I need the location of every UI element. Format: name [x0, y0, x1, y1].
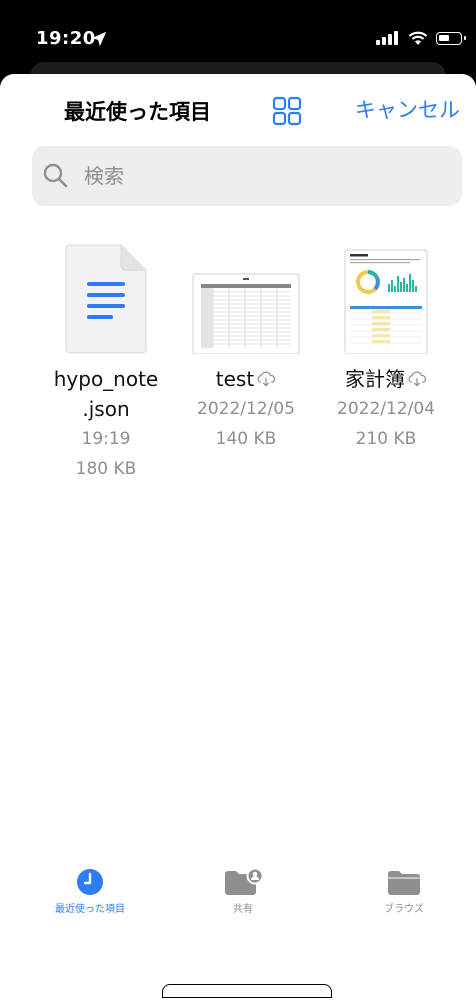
- wifi-icon: [408, 31, 428, 45]
- icloud-download-icon: [408, 371, 427, 387]
- cancel-button[interactable]: キャンセル: [355, 94, 460, 124]
- status-time: 19:20: [36, 28, 96, 49]
- tab-browse[interactable]: ブラウズ: [344, 868, 464, 915]
- home-indicator: [162, 984, 332, 998]
- grid-view-icon[interactable]: [272, 96, 302, 126]
- file-name-row: 家計簿: [316, 364, 456, 394]
- file-size: 140 KB: [215, 429, 277, 449]
- folder-icon: [388, 871, 420, 895]
- clock-icon: [77, 869, 103, 895]
- file-date: 2022/12/04: [337, 399, 435, 419]
- tab-label: 最近使った項目: [55, 904, 125, 915]
- tab-label: ブラウズ: [384, 904, 424, 915]
- tab-label: 共有: [233, 904, 253, 915]
- file-name: test: [215, 367, 255, 391]
- tab-recents[interactable]: 最近使った項目: [30, 868, 150, 915]
- file-item-test[interactable]: test 2022/12/05 140 KB: [176, 244, 316, 454]
- shared-folder-icon: [225, 868, 263, 895]
- location-arrow-icon: [91, 31, 107, 47]
- tab-shared[interactable]: 共有: [183, 868, 303, 915]
- search-icon: [43, 163, 68, 188]
- tab-bar: 最近使った項目 共有 ブラウズ: [0, 868, 476, 958]
- file-name: 家計簿: [345, 367, 405, 391]
- file-size: 180 KB: [75, 459, 137, 479]
- signal-icon: [376, 31, 400, 45]
- file-item-hypo-note[interactable]: hypo_note .json 19:19 180 KB: [36, 244, 176, 484]
- file-size: 210 KB: [355, 429, 417, 449]
- file-name-ext: .json: [82, 397, 130, 421]
- file-date: 2022/12/05: [197, 399, 295, 419]
- report-thumbnail: [344, 249, 428, 354]
- page-title: 最近使った項目: [64, 100, 211, 124]
- file-name: hypo_note: [53, 367, 159, 391]
- file-name-row: test: [176, 364, 316, 394]
- status-indicators: [376, 28, 466, 48]
- spreadsheet-thumbnail: [192, 273, 300, 354]
- document-icon: [65, 244, 147, 354]
- file-date: 19:19: [81, 429, 131, 449]
- battery-icon: [436, 31, 466, 45]
- file-item-kakeibo[interactable]: 家計簿 2022/12/04 210 KB: [316, 244, 456, 454]
- recents-sheet: 最近使った項目 キャンセル hypo_note .json 19:19 180 …: [0, 74, 476, 1003]
- search-bar[interactable]: [32, 146, 462, 206]
- icloud-download-icon: [257, 371, 276, 387]
- search-input[interactable]: [84, 160, 444, 192]
